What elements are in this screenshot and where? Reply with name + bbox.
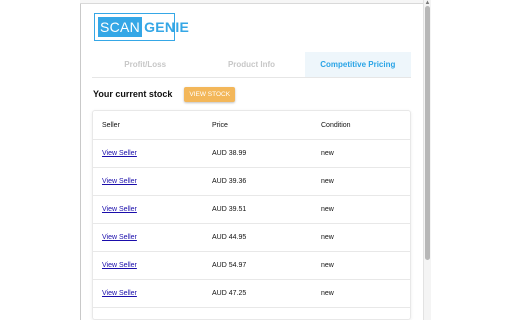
tab-profit-loss[interactable]: Profit/Loss <box>92 52 198 77</box>
table-row: View Seller AUD 39.51 new <box>93 196 410 224</box>
table-row: View Seller AUD 47.25 new <box>93 280 410 308</box>
current-stock-row: Your current stock VIEW STOCK <box>93 85 411 103</box>
price-cell: AUD 39.36 <box>212 178 247 185</box>
condition-cell: new <box>321 234 334 241</box>
scangenie-logo: SCAN GENIE <box>94 13 189 41</box>
panel-top-edge <box>80 0 431 4</box>
condition-cell: new <box>321 178 334 185</box>
current-stock-label: Your current stock <box>93 89 173 99</box>
table-row: View Seller AUD 54.97 new <box>93 252 410 280</box>
table-header-row: Seller Price Condition <box>93 111 410 140</box>
tab-competitive-pricing[interactable]: Competitive Pricing <box>304 52 411 77</box>
view-seller-link[interactable]: View Seller <box>102 206 137 213</box>
vertical-scrollbar[interactable]: ▲ <box>423 0 431 320</box>
price-cell: AUD 44.95 <box>212 234 247 241</box>
price-cell: AUD 39.51 <box>212 206 247 213</box>
price-cell: AUD 38.99 <box>212 150 247 157</box>
table-row: View Seller AUD 39.36 new <box>93 168 410 196</box>
scrollbar-thumb[interactable] <box>425 6 430 260</box>
price-cell: AUD 47.25 <box>212 290 247 297</box>
tab-bar: Profit/Loss Product Info Competitive Pri… <box>92 52 411 78</box>
view-seller-link[interactable]: View Seller <box>102 262 137 269</box>
header-price: Price <box>212 121 228 129</box>
condition-cell: new <box>321 206 334 213</box>
view-seller-link[interactable]: View Seller <box>102 178 137 185</box>
logo-genie-text: GENIE <box>144 19 190 35</box>
header-seller: Seller <box>102 121 120 129</box>
tab-product-info[interactable]: Product Info <box>198 52 304 77</box>
logo-scan-text: SCAN <box>98 17 143 37</box>
header-condition: Condition <box>321 121 351 129</box>
table-row: View Seller AUD 38.99 new <box>93 140 410 168</box>
view-stock-button[interactable]: VIEW STOCK <box>184 86 236 102</box>
condition-cell: new <box>321 290 334 297</box>
view-seller-link[interactable]: View Seller <box>102 290 137 297</box>
view-seller-link[interactable]: View Seller <box>102 150 137 157</box>
table-row: View Seller AUD 44.95 new <box>93 224 410 252</box>
condition-cell: new <box>321 262 334 269</box>
condition-cell: new <box>321 150 334 157</box>
view-seller-link[interactable]: View Seller <box>102 234 137 241</box>
pricing-table: Seller Price Condition View Seller AUD 3… <box>92 110 411 320</box>
price-cell: AUD 54.97 <box>212 262 247 269</box>
